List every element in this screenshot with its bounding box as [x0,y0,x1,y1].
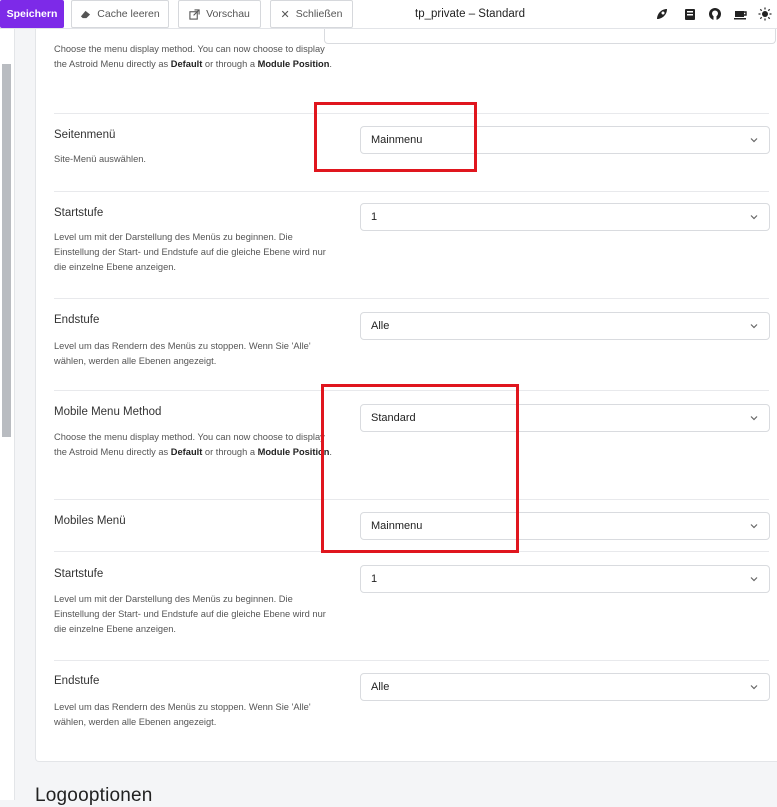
menu-method-description: Choose the menu display method. You can … [54,44,333,69]
mobile-end-level-value: Alle [371,681,390,693]
top-toolbar: Speichern Cache leeren Vorschau ✕ Schlie… [0,0,777,29]
mobile-start-level-description: Level um mit der Darstellung des Menüs z… [54,594,326,634]
chevron-down-icon [750,138,758,143]
chevron-down-icon [750,215,758,220]
chevron-down-icon [750,524,758,529]
site-menu-description: Site-Menü auswählen. [54,154,146,164]
sidebar-scrollbar[interactable] [2,64,11,437]
mobile-start-level-row: Startstufe Level um mit der Darstellung … [54,551,770,661]
close-button[interactable]: ✕ Schließen [270,0,353,28]
external-link-icon [189,8,200,20]
close-label: Schließen [295,8,343,20]
mobile-menu-method-description: Choose the menu display method. You can … [54,432,333,457]
mobile-end-level-row: Endstufe Level um das Rendern des Menüs … [54,660,770,751]
highlight-box-mobile-menu [321,384,519,553]
close-icon: ✕ [280,8,290,21]
book-icon[interactable] [683,7,697,21]
clear-cache-button[interactable]: Cache leeren [71,0,169,28]
preview-label: Vorschau [206,8,250,20]
start-level-select[interactable]: 1 [360,203,770,231]
chevron-down-icon [750,577,758,582]
mobile-end-level-description: Level um das Rendern des Menüs zu stoppe… [54,702,311,727]
chevron-down-icon [750,324,758,329]
logo-options-heading: Logooptionen [35,785,153,806]
site-menu-label: Seitenmenü [54,129,116,141]
eraser-icon [81,10,91,18]
highlight-box-site-menu [314,102,477,172]
coffee-icon[interactable] [734,7,748,21]
menu-method-select[interactable] [324,28,776,44]
mobile-menu-label: Mobiles Menü [54,515,126,527]
start-level-row: Startstufe Level um mit der Darstellung … [54,191,770,299]
github-icon[interactable] [708,7,722,21]
mobile-start-level-select[interactable]: 1 [360,565,770,593]
left-sidebar-rail [0,28,15,800]
save-button[interactable]: Speichern [0,0,64,28]
page-title: tp_private – Standard [415,8,525,20]
mobile-end-level-label: Endstufe [54,675,100,687]
sun-icon[interactable] [758,7,772,21]
start-level-value: 1 [371,211,378,223]
start-level-description: Level um mit der Darstellung des Menüs z… [54,232,326,272]
end-level-description: Level um das Rendern des Menüs zu stoppe… [54,341,311,366]
clear-cache-label: Cache leeren [97,8,160,20]
mobile-menu-method-label: Mobile Menu Method [54,406,162,418]
end-level-label: Endstufe [54,314,100,326]
end-level-row: Endstufe Level um das Rendern des Menüs … [54,298,770,391]
mobile-start-level-label: Startstufe [54,568,104,580]
chevron-down-icon [750,416,758,421]
start-level-label: Startstufe [54,207,104,219]
rocket-icon[interactable] [655,7,669,21]
end-level-value: Alle [371,320,390,332]
mobile-end-level-select[interactable]: Alle [360,673,770,701]
end-level-select[interactable]: Alle [360,312,770,340]
mobile-start-level-value: 1 [371,573,378,585]
preview-button[interactable]: Vorschau [178,0,261,28]
chevron-down-icon [750,685,758,690]
